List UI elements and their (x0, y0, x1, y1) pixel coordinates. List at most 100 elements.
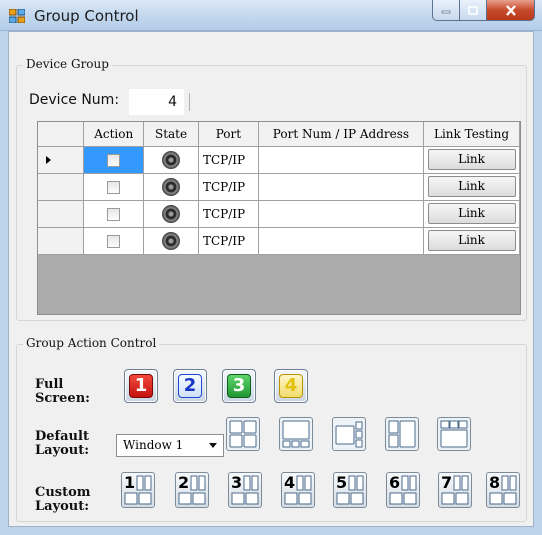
full-screen-3-tile: 3 (227, 374, 251, 398)
action-cell[interactable] (83, 227, 145, 255)
custom-layout-button-5[interactable]: 5 (333, 472, 367, 508)
port-cell[interactable]: TCP/IP (198, 146, 259, 174)
row-header[interactable] (38, 146, 85, 174)
custom-layout-3-icon (231, 475, 259, 505)
full-screen-4-tile: 4 (279, 374, 303, 398)
action-checkbox[interactable] (107, 207, 121, 221)
custom-layout-label-line2: Layout: (35, 499, 90, 514)
custom-layout-1-icon (124, 475, 152, 505)
group-action-title: Group Action Control (23, 336, 160, 350)
custom-layout-4-icon (284, 475, 312, 505)
custom-layout-6-icon (389, 475, 417, 505)
layout-quad-button[interactable] (226, 417, 260, 451)
action-cell[interactable] (83, 173, 145, 201)
custom-layout-8-icon (489, 475, 517, 505)
link-button[interactable]: Link (427, 230, 516, 251)
action-cell[interactable] (83, 200, 145, 228)
full-screen-button-1[interactable]: 1 (124, 369, 158, 403)
custom-layout-button-8[interactable]: 8 (486, 472, 520, 508)
layout-big-left-stack-icon (335, 421, 363, 448)
device-num-field[interactable]: 4 (129, 89, 184, 115)
device-num-label: Device Num: (29, 92, 120, 108)
action-cell[interactable] (83, 146, 145, 174)
maximize-button[interactable] (460, 0, 487, 21)
address-cell[interactable] (258, 227, 425, 255)
minimize-button[interactable] (432, 0, 460, 21)
layout-big-left-stack-button[interactable] (332, 417, 366, 451)
address-cell[interactable] (258, 200, 425, 228)
table-row[interactable]: TCP/IP Link (38, 227, 520, 255)
layout-big-left-icon (282, 420, 310, 448)
link-button[interactable]: Link (427, 176, 516, 197)
custom-layout-label-line1: Custom (35, 485, 91, 500)
default-layout-label-line1: Default (35, 429, 89, 444)
custom-layout-5-icon (336, 475, 364, 505)
close-icon (505, 4, 516, 16)
app-icon (9, 9, 25, 23)
full-screen-label: Full Screen: (35, 378, 90, 406)
device-num-spinner[interactable] (189, 93, 190, 111)
device-table: Action State Port Port Num / IP Address … (38, 122, 520, 255)
minimize-icon (441, 10, 451, 14)
col-header-state[interactable]: State (143, 122, 199, 147)
col-header-link-testing[interactable]: Link Testing (423, 122, 520, 147)
col-header-address[interactable]: Port Num / IP Address (258, 122, 425, 147)
close-button[interactable] (487, 0, 535, 21)
device-group-title: Device Group (23, 57, 112, 71)
custom-layout-2-icon (178, 475, 206, 505)
address-cell[interactable] (258, 173, 425, 201)
maximize-icon (468, 5, 478, 15)
port-cell[interactable]: TCP/IP (198, 200, 259, 228)
row-header[interactable] (38, 227, 85, 255)
current-row-arrow-icon (46, 155, 51, 164)
col-header-action[interactable]: Action (83, 122, 145, 147)
status-led-icon (162, 204, 181, 223)
action-checkbox[interactable] (107, 234, 121, 248)
title-bar[interactable]: Group Control (0, 0, 542, 31)
state-cell (143, 146, 199, 174)
state-cell (143, 200, 199, 228)
full-screen-button-2[interactable]: 2 (173, 369, 207, 403)
table-row[interactable]: TCP/IP Link (38, 200, 520, 228)
device-grid: Action State Port Port Num / IP Address … (37, 121, 521, 315)
layout-split-icon (388, 420, 416, 448)
custom-layout-button-2[interactable]: 2 (175, 472, 209, 508)
layout-big-left-button[interactable] (279, 417, 313, 451)
state-cell (143, 227, 199, 255)
link-cell: Link (423, 200, 520, 228)
chevron-down-icon[interactable] (209, 443, 217, 448)
status-led-icon (162, 177, 181, 196)
action-checkbox[interactable] (107, 180, 121, 194)
custom-layout-button-7[interactable]: 7 (438, 472, 472, 508)
group-control-window: Group Control Device Group Device Num: 4 (0, 0, 542, 535)
layout-quad-icon (229, 420, 257, 448)
port-cell[interactable]: TCP/IP (198, 173, 259, 201)
custom-layout-7-icon (441, 475, 469, 505)
link-cell: Link (423, 227, 520, 255)
window-select[interactable]: Window 1 (116, 434, 224, 457)
col-header-port[interactable]: Port (198, 122, 259, 147)
custom-layout-button-1[interactable]: 1 (121, 472, 155, 508)
custom-layout-button-6[interactable]: 6 (386, 472, 420, 508)
address-cell[interactable] (258, 146, 425, 174)
full-screen-button-3[interactable]: 3 (222, 369, 256, 403)
row-header[interactable] (38, 200, 85, 228)
full-screen-label-line2: Screen: (35, 391, 90, 406)
full-screen-1-tile: 1 (129, 374, 153, 398)
row-header[interactable] (38, 173, 85, 201)
layout-grid-top-button[interactable] (437, 417, 471, 451)
link-cell: Link (423, 146, 520, 174)
table-row[interactable]: TCP/IP Link (38, 173, 520, 201)
port-cell[interactable]: TCP/IP (198, 227, 259, 255)
custom-layout-button-4[interactable]: 4 (281, 472, 315, 508)
table-row[interactable]: TCP/IP Link (38, 146, 520, 174)
layout-split-button[interactable] (385, 417, 419, 451)
grid-header-row: Action State Port Port Num / IP Address … (38, 122, 520, 147)
custom-layout-button-3[interactable]: 3 (228, 472, 262, 508)
status-led-icon (162, 150, 181, 169)
link-button[interactable]: Link (427, 149, 516, 170)
link-button[interactable]: Link (427, 203, 516, 224)
grid-corner (38, 122, 85, 147)
full-screen-button-4[interactable]: 4 (274, 369, 308, 403)
action-checkbox[interactable] (107, 153, 121, 167)
